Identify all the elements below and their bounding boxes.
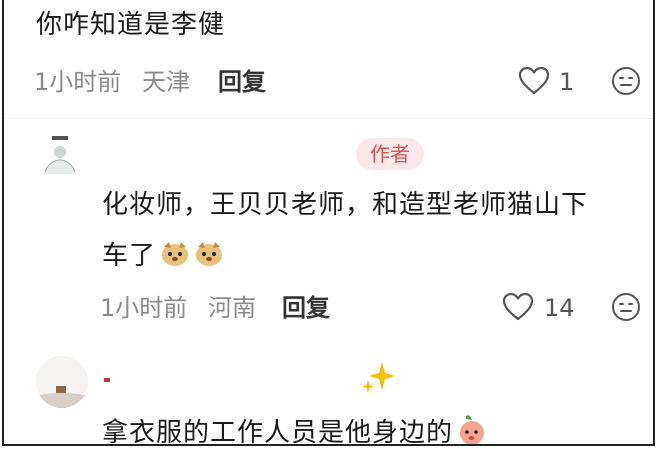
emoji-dog-icon (194, 238, 224, 273)
avatar[interactable] (36, 356, 88, 408)
avatar[interactable] (38, 134, 82, 178)
reply-button[interactable]: 回复 (218, 70, 266, 94)
heart-icon (518, 66, 550, 95)
comment-text-line1: 化妆师，王贝贝老师，和造型老师猫山下 (102, 190, 589, 220)
username-dot (104, 378, 110, 382)
like-button[interactable] (502, 292, 534, 326)
reply-button[interactable]: 回复 (282, 296, 330, 320)
comment-location: 河南 (208, 294, 256, 322)
like-button[interactable] (518, 66, 550, 100)
sparkles-icon (360, 360, 396, 398)
author-badge: 作者 (356, 138, 424, 170)
dislike-button[interactable] (611, 66, 641, 100)
comment-location: 天津 (142, 68, 190, 96)
avatar-image (43, 136, 77, 175)
emoji-dog-icon (160, 238, 190, 273)
comment-text: 你咋知道是李健 (36, 10, 226, 40)
comment-time: 1小时前 (100, 294, 188, 322)
comment-text-row: 拿衣服的工作人员是他身边的 (102, 414, 487, 446)
dislike-face-icon (612, 67, 640, 95)
comment-text: 拿衣服的工作人员是他身边的 (102, 417, 454, 446)
dislike-face-icon (612, 293, 640, 321)
dislike-button[interactable] (611, 292, 641, 326)
comment-list: 你咋知道是李健 1小时前 天津 回复 1 作者 化妆师，王贝贝老师，和造型老师猫… (2, 0, 655, 446)
comment-text-line2: 车了 (102, 240, 157, 271)
divider (4, 118, 653, 119)
comment-text-line2-row: 车了 (102, 238, 224, 273)
like-count: 14 (544, 294, 575, 322)
comment-time: 1小时前 (34, 68, 122, 96)
avatar-image (36, 356, 88, 408)
emoji-peach-icon (457, 414, 487, 444)
like-count: 1 (559, 68, 575, 96)
heart-icon (502, 292, 534, 321)
